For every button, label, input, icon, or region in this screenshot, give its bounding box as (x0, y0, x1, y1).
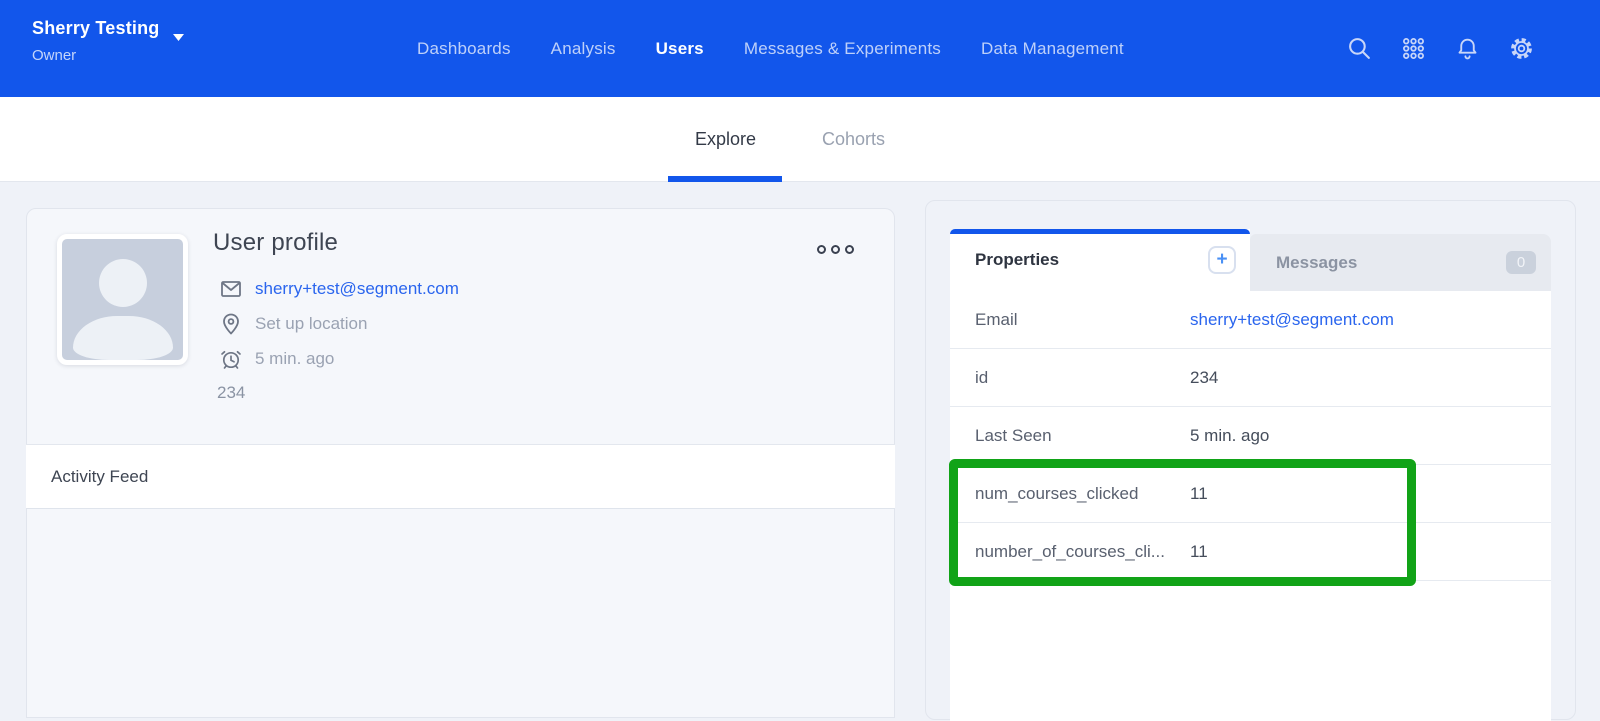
table-row-num-courses-clicked: num_courses_clicked 11 (950, 465, 1551, 523)
profile-last-seen-text: 5 min. ago (255, 349, 334, 369)
table-row-email: Email sherry+test@segment.com (950, 291, 1551, 349)
user-profile-card: User profile sherry+test@segment.com Set… (26, 208, 895, 718)
caret-down-icon (173, 25, 184, 32)
search-icon[interactable] (1347, 36, 1372, 61)
nav-item-users[interactable]: Users (656, 39, 704, 59)
workspace-name: Sherry Testing (32, 18, 160, 39)
profile-last-seen-row: 5 min. ago (213, 347, 334, 371)
avatar (57, 234, 188, 365)
avatar-body-shape (73, 316, 173, 360)
messages-count-badge: 0 (1506, 251, 1536, 274)
profile-title: User profile (213, 229, 773, 257)
topbar-actions (1347, 0, 1534, 97)
tab-cohorts[interactable]: Cohorts (794, 97, 913, 182)
property-key: num_courses_clicked (950, 484, 1190, 504)
alarm-clock-icon (219, 347, 243, 371)
user-detail-panel: Properties + Messages 0 Email sherry+tes… (925, 200, 1576, 720)
property-value: 11 (1190, 542, 1208, 562)
activity-feed-title: Activity Feed (51, 467, 148, 487)
property-key: Last Seen (950, 426, 1190, 446)
nav-item-messages-experiments[interactable]: Messages & Experiments (744, 39, 941, 59)
tab-messages-label: Messages (1276, 253, 1357, 273)
activity-feed-section: Activity Feed (26, 444, 895, 509)
profile-email-link[interactable]: sherry+test@segment.com (255, 279, 459, 299)
property-value: 5 min. ago (1190, 426, 1269, 446)
tab-properties-label: Properties (975, 250, 1059, 270)
property-key: Email (950, 310, 1190, 330)
workspace-switcher[interactable]: Sherry Testing Owner (32, 18, 184, 64)
profile-user-id: 234 (217, 383, 245, 403)
profile-email-row: sherry+test@segment.com (213, 277, 459, 301)
property-value: 11 (1190, 484, 1208, 504)
tab-properties[interactable]: Properties + (950, 229, 1250, 291)
nav-item-dashboards[interactable]: Dashboards (417, 39, 511, 59)
main-nav: Dashboards Analysis Users Messages & Exp… (417, 0, 1124, 97)
profile-info: User profile sherry+test@segment.com Set… (213, 229, 773, 257)
profile-location-text[interactable]: Set up location (255, 314, 367, 334)
property-value: 234 (1190, 368, 1218, 388)
table-row-last-seen: Last Seen 5 min. ago (950, 407, 1551, 465)
overflow-menu-icon[interactable] (817, 245, 854, 254)
profile-location-row: Set up location (213, 312, 367, 336)
add-property-button[interactable]: + (1208, 246, 1236, 274)
property-key: id (950, 368, 1190, 388)
property-value-email-link[interactable]: sherry+test@segment.com (1190, 310, 1394, 330)
tab-explore[interactable]: Explore (667, 97, 784, 182)
avatar-head-shape (99, 259, 147, 307)
location-pin-icon (219, 312, 243, 336)
detail-tabs: Properties + Messages 0 (950, 229, 1551, 291)
nav-item-data-management[interactable]: Data Management (981, 39, 1124, 59)
table-row-number-of-courses-clicked: number_of_courses_cli... 11 (950, 523, 1551, 581)
users-subnav: Explore Cohorts (0, 97, 1600, 182)
nav-item-analysis[interactable]: Analysis (551, 39, 616, 59)
properties-table: Email sherry+test@segment.com id 234 Las… (950, 291, 1551, 721)
top-navigation-bar: Sherry Testing Owner Dashboards Analysis… (0, 0, 1600, 97)
workspace-role: Owner (32, 47, 184, 64)
tab-messages[interactable]: Messages 0 (1250, 234, 1551, 291)
settings-gear-icon[interactable] (1509, 36, 1534, 61)
property-key: number_of_courses_cli... (950, 542, 1190, 562)
envelope-icon (219, 277, 243, 301)
table-row-id: id 234 (950, 349, 1551, 407)
notifications-bell-icon[interactable] (1455, 36, 1480, 61)
apps-grid-icon[interactable] (1401, 36, 1426, 61)
